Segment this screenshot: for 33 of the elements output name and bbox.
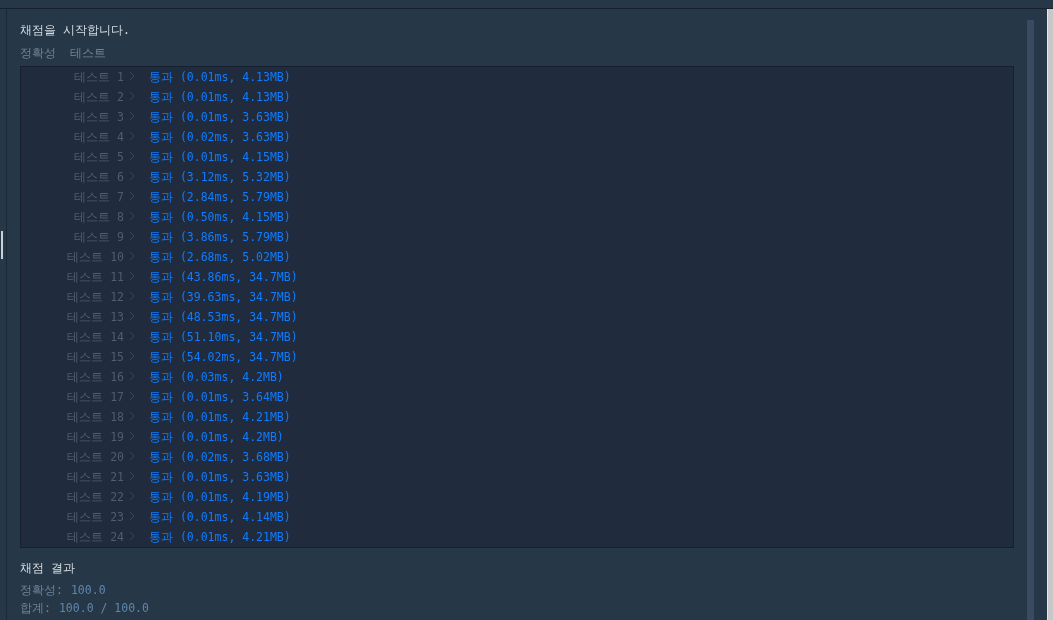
test-result: 통과 (0.01ms, 4.19MB) <box>149 489 291 505</box>
test-result: 통과 (0.50ms, 4.15MB) <box>149 209 291 225</box>
test-result: 통과 (0.01ms, 3.63MB) <box>149 469 291 485</box>
test-result: 통과 (0.01ms, 3.64MB) <box>149 389 291 405</box>
test-result: 통과 (0.02ms, 3.68MB) <box>149 449 291 465</box>
test-result: 통과 (2.84ms, 5.79MB) <box>149 189 291 205</box>
test-result: 통과 (0.02ms, 3.63MB) <box>149 129 291 145</box>
test-result: 통과 (48.53ms, 34.7MB) <box>149 309 298 325</box>
test-result: 통과 (0.01ms, 4.13MB) <box>149 69 291 85</box>
test-result: 통과 (0.01ms, 4.2MB) <box>149 429 284 445</box>
test-result: 통과 (2.68ms, 5.02MB) <box>149 249 291 265</box>
test-result: 통과 (0.01ms, 4.21MB) <box>149 529 291 545</box>
test-result: 통과 (0.01ms, 4.14MB) <box>149 509 291 525</box>
section-title: 채점 결과 <box>20 560 76 576</box>
summary-label: 정확성: <box>20 582 63 598</box>
test-result: 통과 (3.12ms, 5.32MB) <box>149 169 291 185</box>
scrollbar[interactable] <box>1027 20 1034 620</box>
test-result: 통과 (0.01ms, 4.15MB) <box>149 149 291 165</box>
test-result: 통과 (54.02ms, 34.7MB) <box>149 349 298 365</box>
test-result: 통과 (0.03ms, 4.2MB) <box>149 369 284 385</box>
test-result: 통과 (0.01ms, 3.63MB) <box>149 109 291 125</box>
summary-label: 합계: <box>20 600 51 616</box>
resize-handle[interactable] <box>1 230 3 259</box>
test-result: 통과 (43.86ms, 34.7MB) <box>149 269 298 285</box>
section-title: 정확성 테스트 <box>20 45 107 61</box>
summary-value: 100.0 <box>70 582 106 598</box>
test-result: 통과 (51.10ms, 34.7MB) <box>149 329 298 345</box>
test-result: 통과 (0.01ms, 4.13MB) <box>149 89 291 105</box>
status-message: 채점을 시작합니다. <box>20 22 131 38</box>
test-result: 통과 (39.63ms, 34.7MB) <box>149 289 298 305</box>
summary-value: 100.0 / 100.0 <box>58 600 149 616</box>
test-result: 통과 (0.01ms, 4.21MB) <box>149 409 291 425</box>
test-result: 통과 (3.86ms, 5.79MB) <box>149 229 291 245</box>
